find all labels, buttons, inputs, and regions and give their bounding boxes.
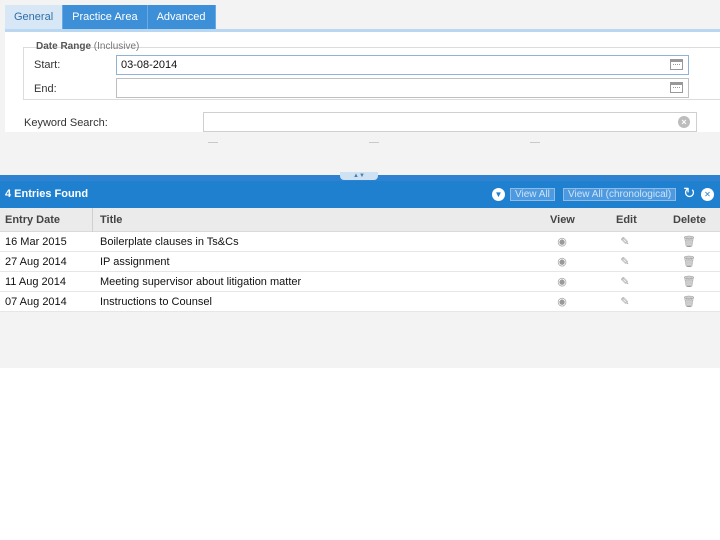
entry-date: 11 Aug 2014 [5,276,66,288]
keyword-search-input[interactable] [203,112,697,132]
table-row[interactable]: 16 Mar 2015 Boilerplate clauses in Ts&Cs… [0,232,720,252]
clear-icon[interactable]: × [678,116,690,128]
entries-table: Entry Date Title View Edit Delete 16 Mar… [0,208,720,312]
end-date-label: End: [34,83,57,95]
entry-title[interactable]: Meeting supervisor about litigation matt… [100,272,301,292]
trash-icon[interactable]: 🗑 [682,236,696,248]
date-range-title: Date Range (Inclusive) [36,41,139,52]
trash-icon[interactable]: 🗑 [682,276,696,288]
results-panel: 4 Entries Found ▼ View All View All (chr… [0,181,720,368]
search-panel: General Practice Area Advanced Date Rang… [0,0,720,175]
entry-date: 27 Aug 2014 [5,256,67,268]
column-title[interactable]: Title [100,208,122,232]
pencil-icon[interactable]: ✎ [618,296,632,308]
entry-date: 16 Mar 2015 [5,236,67,248]
tab-general[interactable]: General [5,5,64,29]
chevron-down-icon[interactable]: ▼ [492,188,505,201]
column-delete: Delete [673,214,707,226]
divider-mark [369,142,379,143]
results-header: 4 Entries Found ▼ View All View All (chr… [0,181,720,208]
search-tabs: General Practice Area Advanced [5,5,216,29]
column-view: View [550,214,575,226]
general-form: Date Range (Inclusive) Start: 03-08-2014… [5,32,720,132]
entry-date: 07 Aug 2014 [5,296,67,308]
column-edit: Edit [616,214,637,226]
splitter-handle[interactable]: ▲▼ [340,172,378,180]
table-header: Entry Date Title View Edit Delete [0,208,720,232]
calendar-icon[interactable] [670,59,683,70]
table-row[interactable]: 27 Aug 2014 IP assignment ◉ ✎ 🗑 [0,252,720,272]
table-row[interactable]: 11 Aug 2014 Meeting supervisor about lit… [0,272,720,292]
eye-icon[interactable]: ◉ [555,276,569,288]
divider-mark [530,142,540,143]
entry-title[interactable]: Instructions to Counsel [100,292,212,312]
entry-title[interactable]: Boilerplate clauses in Ts&Cs [100,232,239,252]
pencil-icon[interactable]: ✎ [618,276,632,288]
view-all-button[interactable]: View All [510,188,555,201]
eye-icon[interactable]: ◉ [555,256,569,268]
pencil-icon[interactable]: ✎ [618,236,632,248]
column-entry-date[interactable]: Entry Date [5,208,60,232]
table-row[interactable]: 07 Aug 2014 Instructions to Counsel ◉ ✎ … [0,292,720,312]
start-date-label: Start: [34,59,61,71]
results-count: 4 Entries Found [5,188,89,200]
tab-advanced[interactable]: Advanced [147,5,216,29]
pencil-icon[interactable]: ✎ [618,256,632,268]
date-range-note: (Inclusive) [93,41,140,52]
date-range-title-text: Date Range [36,41,92,52]
calendar-icon[interactable] [670,82,683,93]
column-divider [92,208,93,232]
tab-practice-area[interactable]: Practice Area [63,5,148,29]
entry-title[interactable]: IP assignment [100,252,170,272]
close-icon[interactable]: ✕ [701,188,714,201]
start-date-input[interactable]: 03-08-2014 [116,55,689,75]
view-all-chronological-button[interactable]: View All (chronological) [563,188,677,201]
eye-icon[interactable]: ◉ [555,236,569,248]
trash-icon[interactable]: 🗑 [682,296,696,308]
refresh-icon[interactable]: ↻ [683,186,696,201]
keyword-search-label: Keyword Search: [24,117,108,129]
eye-icon[interactable]: ◉ [555,296,569,308]
divider-mark [208,142,218,143]
trash-icon[interactable]: 🗑 [682,256,696,268]
end-date-input[interactable] [116,78,689,98]
